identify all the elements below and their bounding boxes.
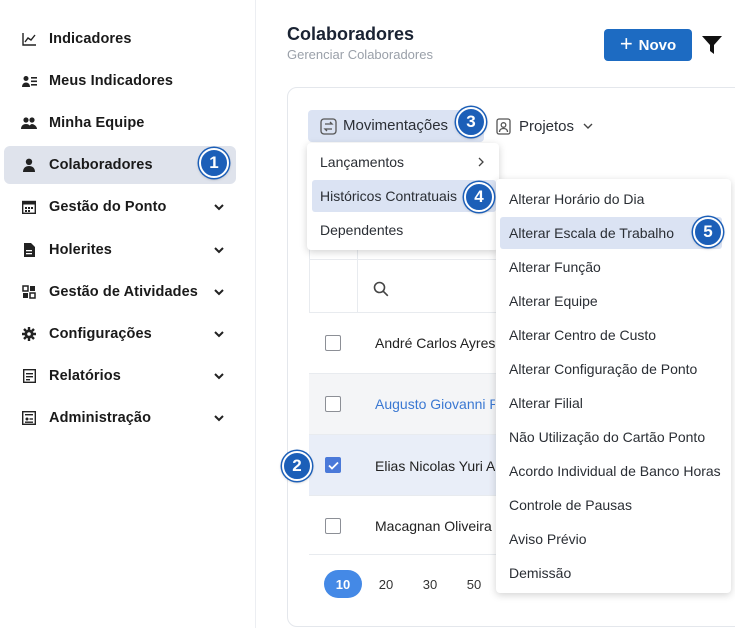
calendar-icon <box>21 199 37 215</box>
menu-item-label: Controle de Pausas <box>509 497 632 513</box>
chart-line-icon <box>21 31 37 47</box>
menu-item-dependentes[interactable]: Dependentes <box>307 214 499 246</box>
menu-item-alterar-escala[interactable]: Alterar Escala de Trabalho <box>500 217 722 249</box>
sidebar-item-relatorios[interactable]: Relatórios <box>4 357 236 395</box>
sidebar-item-label: Gestão de Atividades <box>49 284 198 300</box>
step-badge: 3 <box>456 107 486 137</box>
row-checkbox[interactable] <box>325 335 341 351</box>
chevron-down-icon <box>583 123 593 129</box>
chevron-down-icon <box>214 331 224 338</box>
chevron-down-icon <box>214 373 224 380</box>
sidebar-item-label: Holerites <box>49 242 112 258</box>
document-icon <box>21 242 37 258</box>
menu-item-alterar-horario[interactable]: Alterar Horário do Dia <box>496 183 731 215</box>
table-divider <box>309 259 499 260</box>
step-badge: 4 <box>464 182 494 212</box>
page-size-option[interactable]: 10 <box>324 570 362 598</box>
menu-item-alterar-centro-custo[interactable]: Alterar Centro de Custo <box>496 319 731 351</box>
projetos-button[interactable]: Projetos <box>496 110 594 142</box>
menu-item-label: Aviso Prévio <box>509 531 587 547</box>
transfer-icon <box>320 118 337 135</box>
menu-item-nao-utilizacao-cartao[interactable]: Não Utilização do Cartão Ponto <box>496 421 731 453</box>
menu-item-label: Alterar Centro de Custo <box>509 327 657 343</box>
sidebar-item-label: Gestão do Ponto <box>49 199 167 215</box>
step-badge: 5 <box>693 217 723 247</box>
sidebar-item-holerites[interactable]: Holerites <box>4 231 236 269</box>
sidebar-item-meus-indicadores[interactable]: Meus Indicadores <box>4 62 236 100</box>
menu-item-label: Dependentes <box>320 222 404 238</box>
page-size-option[interactable]: 20 <box>373 570 399 598</box>
sidebar-item-label: Meus Indicadores <box>49 73 174 89</box>
menu-item-alterar-config-ponto[interactable]: Alterar Configuração de Ponto <box>496 353 731 385</box>
chevron-down-icon <box>214 289 224 296</box>
collaborator-name[interactable]: Elias Nicolas Yuri Alr <box>375 458 495 474</box>
user-list-icon <box>21 73 37 89</box>
menu-item-label: Alterar Filial <box>509 395 583 411</box>
chevron-down-icon <box>214 415 224 422</box>
menu-item-alterar-equipe[interactable]: Alterar Equipe <box>496 285 731 317</box>
menu-item-label: Alterar Horário do Dia <box>509 191 645 207</box>
menu-item-alterar-funcao[interactable]: Alterar Função <box>496 251 731 283</box>
collaborator-name[interactable]: Macagnan Oliveira <box>375 518 495 534</box>
sidebar-item-indicadores[interactable]: Indicadores <box>4 20 236 58</box>
grid-icon <box>21 284 37 300</box>
row-checkbox[interactable] <box>325 518 341 534</box>
menu-item-controle-pausas[interactable]: Controle de Pausas <box>496 489 731 521</box>
sidebar-item-configuracoes[interactable]: Configurações <box>4 315 236 353</box>
sidebar-item-label: Colaboradores <box>49 157 153 173</box>
gear-icon <box>21 326 37 342</box>
sidebar: Indicadores Meus Indicadores Minha Equip… <box>0 0 256 628</box>
menu-item-label: Alterar Configuração de Ponto <box>509 361 698 377</box>
check-icon <box>327 461 339 470</box>
users-icon <box>21 115 37 131</box>
movimentacoes-label: Movimentações <box>343 117 449 134</box>
plus-icon: + <box>619 31 633 56</box>
sidebar-item-label: Configurações <box>49 326 152 342</box>
row-checkbox[interactable] <box>325 396 341 412</box>
report-icon <box>21 368 37 384</box>
page-size-option[interactable]: 50 <box>461 570 487 598</box>
project-icon <box>496 117 511 135</box>
sidebar-item-administracao[interactable]: Administração <box>4 399 236 437</box>
sidebar-item-gestao-atividades[interactable]: Gestão de Atividades <box>4 273 236 311</box>
step-badge: 1 <box>199 148 229 178</box>
table-divider <box>309 554 499 555</box>
menu-item-label: Não Utilização do Cartão Ponto <box>509 429 706 445</box>
menu-item-label: Acordo Individual de Banco Horas <box>509 463 721 479</box>
sidebar-item-label: Indicadores <box>49 31 132 47</box>
new-button-label: Novo <box>638 36 677 54</box>
menu-item-aviso-previo[interactable]: Aviso Prévio <box>496 523 731 555</box>
filter-icon[interactable] <box>701 35 723 55</box>
projetos-label: Projetos <box>519 117 575 135</box>
sidebar-item-label: Minha Equipe <box>49 115 145 131</box>
chevron-down-icon <box>214 204 224 211</box>
sidebar-item-label: Administração <box>49 410 152 426</box>
page-subtitle: Gerenciar Colaboradores <box>287 47 433 62</box>
menu-item-label: Alterar Escala de Trabalho <box>509 225 674 241</box>
chevron-down-icon <box>214 247 224 254</box>
menu-item-alterar-filial[interactable]: Alterar Filial <box>496 387 731 419</box>
step-badge: 2 <box>282 451 312 481</box>
menu-item-acordo-banco-horas[interactable]: Acordo Individual de Banco Horas <box>496 455 731 487</box>
menu-item-label: Demissão <box>509 565 572 581</box>
admin-icon <box>21 410 37 426</box>
search-icon[interactable] <box>373 281 389 297</box>
menu-item-label: Lançamentos <box>320 154 405 170</box>
collaborator-name[interactable]: Augusto Giovanni Po <box>375 396 495 412</box>
menu-item-label: Alterar Equipe <box>509 293 598 309</box>
collaborator-name[interactable]: André Carlos Ayres <box>375 335 495 351</box>
page-size-option[interactable]: 30 <box>417 570 443 598</box>
menu-item-demissao[interactable]: Demissão <box>496 557 731 589</box>
page-title: Colaboradores <box>287 24 415 44</box>
new-button[interactable]: + Novo <box>604 29 692 61</box>
menu-item-label: Alterar Função <box>509 259 601 275</box>
sidebar-item-label: Relatórios <box>49 368 121 384</box>
sidebar-item-minha-equipe[interactable]: Minha Equipe <box>4 104 236 142</box>
sidebar-item-gestao-ponto[interactable]: Gestão do Ponto <box>4 188 236 226</box>
row-checkbox[interactable] <box>325 457 341 473</box>
chevron-right-icon <box>478 157 484 167</box>
user-icon <box>21 157 37 173</box>
menu-item-label: Históricos Contratuais <box>320 188 457 204</box>
menu-item-lancamentos[interactable]: Lançamentos <box>307 146 499 178</box>
